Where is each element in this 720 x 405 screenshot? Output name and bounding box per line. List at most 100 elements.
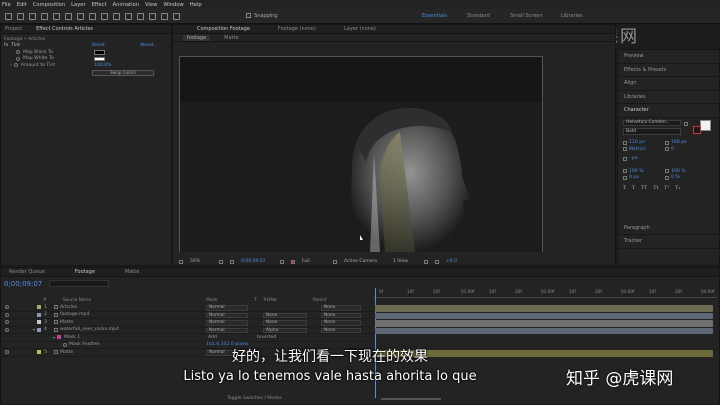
swap-colors-button[interactable]: Swap Colors [92, 69, 154, 76]
leading-value[interactable]: 100 px [671, 140, 687, 145]
clone-stamp-tool-icon[interactable] [137, 12, 144, 20]
rectangle-tool-icon[interactable] [89, 12, 96, 20]
layer-name[interactable]: footage.mp4 [60, 312, 89, 317]
menu-view[interactable]: View [145, 2, 157, 8]
workspace-small-screen[interactable]: Small Screen [510, 13, 543, 19]
menu-help[interactable]: Help [190, 2, 202, 8]
stroke-color-swatch[interactable] [693, 125, 701, 134]
hand-tool-icon[interactable] [29, 12, 36, 20]
tracker-panel-header[interactable]: Tracker [618, 235, 719, 249]
mask-color[interactable] [57, 335, 62, 340]
resolution-dropdown[interactable]: Full [302, 259, 328, 264]
reset-exposure-icon[interactable] [435, 259, 439, 264]
timeline-search-input[interactable] [49, 280, 109, 287]
kerning-value[interactable]: Metrics [629, 147, 665, 152]
expand-arrow-icon[interactable]: ▾ [33, 327, 35, 332]
zoom-slider[interactable] [381, 398, 441, 400]
layer-label-color[interactable] [37, 305, 41, 310]
tab-render-queue[interactable]: Render Queue [9, 269, 45, 275]
layer-row[interactable]: 1 Articles Normal None [1, 304, 373, 312]
views-dropdown[interactable]: 1 View [393, 259, 419, 264]
layer-row[interactable]: 3 Matte Normal None None [1, 319, 373, 327]
trkmat-dropdown[interactable]: None [263, 320, 307, 326]
snapping-checkbox[interactable] [246, 13, 251, 18]
camera-tool-icon[interactable] [65, 12, 72, 20]
faux-bold-icon[interactable]: T [623, 186, 626, 191]
font-size-value[interactable]: 110 px [629, 140, 665, 145]
transparency-grid-icon[interactable] [333, 259, 337, 264]
time-ruler[interactable]: 0f 10f 20f 01:00f 10f 20f 02:00f 10f 20f… [373, 288, 717, 298]
exposure-value[interactable]: +0.0 [446, 259, 457, 264]
libraries-panel-header[interactable]: Libraries [618, 91, 719, 104]
grid-icon[interactable] [219, 259, 223, 264]
character-panel-header[interactable]: Character [618, 104, 719, 118]
font-family-dropdown[interactable]: Helvetica Conden... [623, 119, 681, 126]
stopwatch-icon[interactable] [13, 63, 18, 68]
puppet-tool-icon[interactable] [173, 12, 180, 20]
layer-bar[interactable] [375, 305, 713, 312]
selection-tool-icon[interactable] [17, 12, 24, 20]
tab-timeline-matte[interactable]: Matte [125, 269, 139, 275]
tab-layer[interactable]: Layer (none) [344, 26, 376, 32]
tab-footage[interactable]: Footage (none) [278, 26, 316, 32]
channel-icon[interactable] [291, 259, 295, 264]
horizontal-scale-value[interactable]: 100 % [671, 169, 686, 174]
map-white-swatch[interactable] [94, 56, 105, 61]
visibility-eye-icon[interactable] [5, 320, 9, 325]
effect-reset-link[interactable]: Reset [92, 43, 105, 48]
visibility-eye-icon[interactable] [5, 327, 9, 332]
stopwatch-icon[interactable] [16, 50, 20, 55]
layer-row[interactable]: ▾ 4 waterfall_over_rocks.mp4 Normal Alph… [1, 327, 373, 334]
tab-project[interactable]: Project [5, 26, 22, 32]
parent-dropdown[interactable]: None [321, 320, 361, 326]
menu-composition[interactable]: Composition [33, 2, 65, 8]
mask-name[interactable]: Mask 1 [64, 335, 80, 340]
rotate-tool-icon[interactable] [53, 12, 60, 20]
parent-dropdown[interactable]: None [321, 305, 361, 311]
layer-name[interactable]: Articles [60, 305, 77, 310]
parent-dropdown[interactable]: None [321, 312, 361, 318]
layer-bar[interactable] [375, 327, 713, 334]
layer-row[interactable]: 2 footage.mp4 Normal None None [1, 312, 373, 319]
pen-tool-icon[interactable] [101, 12, 108, 20]
layer-name[interactable]: Matte [60, 320, 73, 325]
menu-edit[interactable]: Edit [17, 2, 27, 8]
all-caps-icon[interactable]: TT [641, 186, 647, 191]
workspace-standard[interactable]: Standard [467, 13, 490, 19]
workspace-libraries[interactable]: Libraries [561, 13, 583, 19]
home-icon[interactable] [5, 12, 12, 20]
map-black-swatch[interactable] [94, 50, 105, 55]
mask-mode[interactable]: Add [208, 335, 217, 340]
tab-effect-controls[interactable]: Effect Controls Articles [36, 26, 93, 32]
align-panel-header[interactable]: Align [618, 77, 719, 91]
menu-animation[interactable]: Animation [113, 2, 139, 8]
menu-file[interactable]: File [2, 2, 11, 8]
faux-italic-icon[interactable]: T [632, 186, 635, 191]
toggle-switches-modes[interactable]: Toggle Switches / Modes [227, 396, 282, 401]
subscript-icon[interactable]: T₁ [675, 186, 680, 191]
composition-viewer[interactable] [179, 56, 543, 252]
mode-dropdown[interactable]: Normal [206, 320, 248, 326]
eyedropper-icon[interactable] [684, 121, 688, 126]
subtab-matte[interactable]: Matte [224, 35, 238, 41]
menu-effect[interactable]: Effect [92, 2, 107, 8]
trkmat-dropdown[interactable]: Alpha [263, 327, 307, 333]
subtab-footage[interactable]: footage [183, 34, 211, 41]
viewer-timecode[interactable]: 0;00;09;07 [241, 259, 275, 264]
eraser-tool-icon[interactable] [149, 12, 156, 20]
fill-color-swatch[interactable] [700, 119, 711, 131]
tab-timeline-footage[interactable]: Footage [75, 269, 95, 275]
expand-arrow-icon[interactable]: › [10, 63, 12, 68]
effects-presets-panel-header[interactable]: Effects & Presets [618, 64, 719, 77]
amount-value[interactable]: 100.0% [94, 63, 112, 68]
layer-name[interactable]: waterfall_over_rocks.mp4 [60, 327, 119, 332]
tab-composition[interactable]: Composition Footage [197, 26, 250, 32]
effect-about-link[interactable]: About... [140, 43, 158, 48]
layer-label-color[interactable] [37, 327, 42, 332]
mask-row[interactable]: ▾ Mask 1 Add Inverted [1, 334, 373, 342]
roto-brush-tool-icon[interactable] [161, 12, 168, 20]
menu-window[interactable]: Window [163, 2, 183, 8]
layer-label-color[interactable] [37, 312, 41, 317]
snapshot-icon[interactable] [280, 259, 284, 264]
type-tool-icon[interactable] [113, 12, 120, 20]
